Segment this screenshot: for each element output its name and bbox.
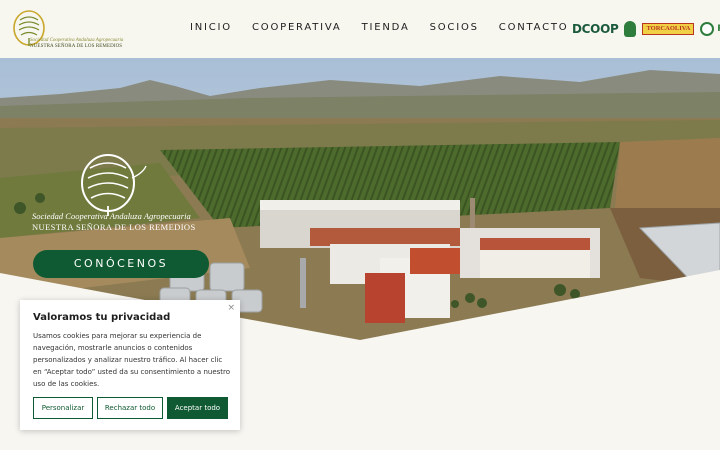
nav-inicio[interactable]: INICIO <box>190 22 232 33</box>
dcoop-label: DCOOP <box>572 22 619 36</box>
customize-button[interactable]: Personalizar <box>33 397 93 419</box>
close-icon[interactable]: × <box>227 303 235 313</box>
conocenos-button[interactable]: CONÓCENOS <box>33 250 209 278</box>
cookie-actions: Personalizar Rechazar todo Aceptar todo <box>33 397 228 419</box>
reject-all-button[interactable]: Rechazar todo <box>97 397 163 419</box>
accept-all-button[interactable]: Aceptar todo <box>167 397 228 419</box>
nav-socios[interactable]: SOCIOS <box>430 22 479 33</box>
hero-emblem-icon <box>81 154 147 216</box>
site-header: Sociedad Cooperativa Andaluza Agropecuar… <box>0 0 720 58</box>
partner-logos: DCOOP TORCAOLIVA R <box>572 17 720 41</box>
site-logo[interactable]: Sociedad Cooperativa Andaluza Agropecuar… <box>10 8 150 50</box>
cookie-title: Valoramos tu privacidad <box>33 312 171 323</box>
logo-line1: Sociedad Cooperativa Andaluza Agropecuar… <box>30 38 124 43</box>
green-shield-icon[interactable] <box>624 21 637 37</box>
hero-line2: NUESTRA SEÑORA DE LOS REMEDIOS <box>32 222 196 232</box>
nav-tienda[interactable]: TIENDA <box>362 22 410 33</box>
main-nav: INICIO COOPERATIVA TIENDA SOCIOS CONTACT… <box>190 22 588 33</box>
cookie-description: Usamos cookies para mejorar su experienc… <box>33 332 231 388</box>
logo-line2: NUESTRA SEÑORA DE LOS REMEDIOS <box>30 44 123 49</box>
nav-contacto[interactable]: CONTACTO <box>499 22 569 33</box>
nav-cooperativa[interactable]: COOPERATIVA <box>252 22 342 33</box>
hero-line1: Sociedad Cooperativa Andaluza Agropecuar… <box>32 211 191 221</box>
dcoop-logo[interactable]: DCOOP <box>572 22 619 36</box>
cookie-consent-banner: × Valoramos tu privacidad Usamos cookies… <box>20 300 240 430</box>
torcaoliva-logo[interactable]: TORCAOLIVA <box>642 23 695 35</box>
round-seal-icon[interactable] <box>700 22 715 36</box>
